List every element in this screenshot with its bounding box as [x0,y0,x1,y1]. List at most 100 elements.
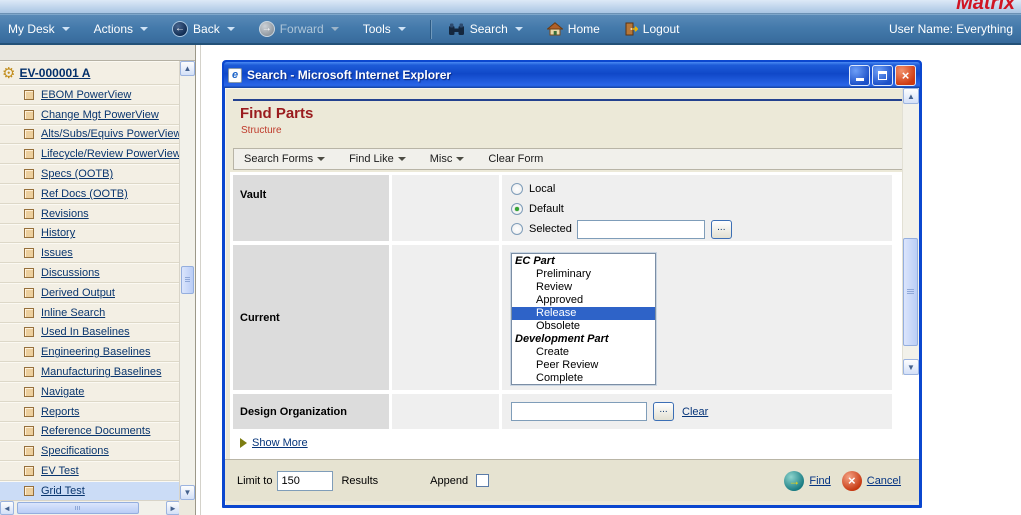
show-more[interactable]: Show More [240,437,919,449]
sidebar-item-ebom-powerview[interactable]: EBOM PowerView [0,85,179,105]
sidebar-item-manufacturing-baselines[interactable]: Manufacturing Baselines [0,362,179,382]
design-organization-picker-button[interactable]: ... [653,402,674,421]
sidebar-link[interactable]: Manufacturing Baselines [41,366,161,378]
find-link[interactable]: Find [809,475,830,487]
sidebar-item-inline-search[interactable]: Inline Search [0,303,179,323]
sidebar-link[interactable]: Derived Output [41,287,115,299]
menu-my-desk[interactable]: My Desk [8,22,70,36]
sidebar-item-history[interactable]: History [0,224,179,244]
menu-search[interactable]: Search [448,22,523,36]
scrollbar-thumb[interactable] [17,502,139,514]
sidebar-item-issues[interactable]: Issues [0,243,179,263]
find-icon[interactable]: → [784,471,804,491]
menu-misc[interactable]: Misc [430,153,465,165]
vault-local-radio[interactable] [511,183,523,195]
sidebar-item-lifecycle-review-powerview[interactable]: Lifecycle/Review PowerView [0,144,179,164]
listbox-option[interactable]: Preliminary [512,268,655,281]
sidebar-link[interactable]: Issues [41,247,73,259]
listbox-option[interactable]: Create [512,346,655,359]
sidebar-link[interactable]: Lifecycle/Review PowerView [41,148,179,160]
sidebar-horizontal-scrollbar[interactable]: ◄ ► [0,500,180,515]
minimize-button[interactable] [849,65,870,86]
listbox-option[interactable]: Approved [512,294,655,307]
sidebar-item-reports[interactable]: Reports [0,402,179,422]
back-button[interactable]: ← Back [172,21,235,37]
sidebar-item-specs-ootb[interactable]: Specs (OOTB) [0,164,179,184]
logout-button[interactable]: Logout [624,22,680,36]
scrollbar-right-button[interactable]: ► [166,501,180,515]
sidebar-item-reference-documents[interactable]: Reference Documents [0,422,179,442]
sidebar-link[interactable]: Navigate [41,386,84,398]
vault-selected-radio[interactable] [511,223,523,235]
scrollbar-down-button[interactable]: ▼ [180,485,195,500]
listbox-option[interactable]: Peer Review [512,359,655,372]
close-button[interactable]: × [895,65,916,86]
current-listbox[interactable]: EC PartPreliminaryReviewApprovedReleaseO… [511,253,656,385]
sidebar-link[interactable]: Change Mgt PowerView [41,109,159,121]
cancel-link[interactable]: Cancel [867,475,901,487]
sidebar-item-ev-000001-a[interactable]: ⚙EV-000001 A [0,61,179,85]
sidebar-link[interactable]: Used In Baselines [41,326,130,338]
popup-titlebar[interactable]: e Search - Microsoft Internet Explorer × [224,62,920,88]
menu-actions[interactable]: Actions [94,22,148,36]
sidebar-item-specifications[interactable]: Specifications [0,441,179,461]
sidebar-link[interactable]: Discussions [41,267,100,279]
sidebar-link[interactable]: Revisions [41,208,89,220]
sidebar-link[interactable]: Engineering Baselines [41,346,150,358]
sidebar-item-grid-test[interactable]: Grid Test [0,481,179,500]
append-checkbox[interactable] [476,474,489,487]
sidebar-link[interactable]: Reference Documents [41,425,150,437]
sidebar-item-change-mgt-powerview[interactable]: Change Mgt PowerView [0,105,179,125]
sidebar-link[interactable]: EV Test [41,465,79,477]
limit-input[interactable] [277,471,333,491]
scrollbar-thumb[interactable] [903,238,918,346]
sidebar-link[interactable]: Reports [41,406,80,418]
menu-search-forms[interactable]: Search Forms [244,153,325,165]
sidebar-item-revisions[interactable]: Revisions [0,204,179,224]
forward-button[interactable]: → Forward [259,21,339,37]
listbox-option[interactable]: Review [512,281,655,294]
scrollbar-left-button[interactable]: ◄ [0,501,14,515]
sidebar-link[interactable]: Alts/Subs/Equivs PowerView [41,128,179,140]
scrollbar-up-button[interactable]: ▲ [903,88,919,104]
design-organization-input[interactable] [511,402,647,421]
sidebar-item-ev-test[interactable]: EV Test [0,461,179,481]
sidebar-item-alts-subs-equivs-powerview[interactable]: Alts/Subs/Equivs PowerView [0,125,179,145]
sidebar-link[interactable]: Grid Test [41,485,85,497]
sidebar-item-engineering-baselines[interactable]: Engineering Baselines [0,342,179,362]
scrollbar-thumb[interactable] [181,266,194,294]
show-more-link[interactable]: Show More [252,437,308,449]
sidebar-link[interactable]: Specs (OOTB) [41,168,113,180]
document-icon [24,327,34,337]
sidebar-item-ref-docs-ootb[interactable]: Ref Docs (OOTB) [0,184,179,204]
listbox-option[interactable]: Complete [512,372,655,385]
sidebar-link[interactable]: EBOM PowerView [41,89,131,101]
sidebar-item-derived-output[interactable]: Derived Output [0,283,179,303]
sidebar-link[interactable]: EV-000001 A [19,66,90,80]
sidebar-vertical-scrollbar[interactable]: ▲ ▼ [179,61,195,500]
vault-selected-input[interactable] [577,220,705,239]
scrollbar-down-button[interactable]: ▼ [903,359,919,375]
sidebar-link[interactable]: Inline Search [41,307,105,319]
current-operator-cell [392,245,499,390]
vault-default-radio[interactable] [511,203,523,215]
sidebar-link[interactable]: Ref Docs (OOTB) [41,188,128,200]
sidebar-item-discussions[interactable]: Discussions [0,263,179,283]
sidebar-link[interactable]: Specifications [41,445,109,457]
maximize-button[interactable] [872,65,893,86]
form-vertical-scrollbar[interactable]: ▲ ▼ [902,88,919,375]
cancel-icon[interactable]: × [842,471,862,491]
sidebar-item-used-in-baselines[interactable]: Used In Baselines [0,323,179,343]
listbox-option[interactable]: Obsolete [512,320,655,333]
sidebar-item-navigate[interactable]: Navigate [0,382,179,402]
menu-find-like[interactable]: Find Like [349,153,406,165]
menu-tools[interactable]: Tools [363,22,406,36]
listbox-option[interactable]: Release [512,307,655,320]
sidebar-link[interactable]: History [41,227,75,239]
home-button[interactable]: Home [547,22,600,36]
scrollbar-up-button[interactable]: ▲ [180,61,195,76]
menu-clear-form[interactable]: Clear Form [488,153,543,165]
clear-link[interactable]: Clear [682,406,708,418]
vault-picker-button[interactable]: ... [711,220,732,239]
document-icon [24,446,34,456]
